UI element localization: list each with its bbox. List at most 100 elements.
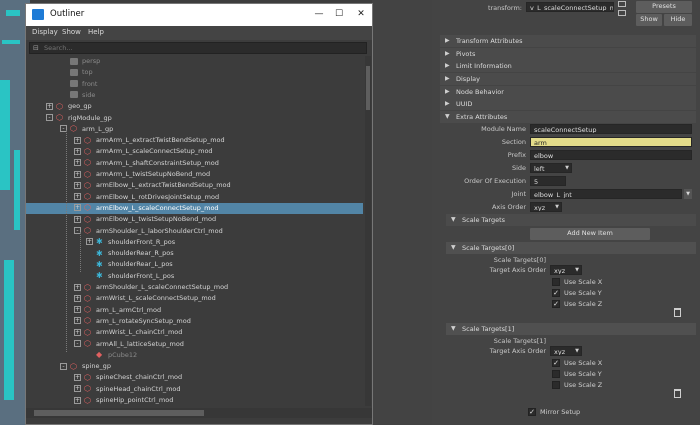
expand-icon[interactable]: + [74, 159, 81, 167]
use-scale-checkbox[interactable]: ✓ [552, 300, 560, 308]
scale-targets-section[interactable]: ▼ Scale Targets [446, 214, 696, 226]
section-pivots[interactable]: ▶ Pivots [440, 48, 696, 60]
order-field[interactable]: 5 [530, 176, 566, 186]
expand-icon[interactable]: + [74, 283, 81, 291]
collapse-icon[interactable]: - [74, 340, 81, 347]
joint-field[interactable]: elbow_L_jnt [530, 189, 682, 199]
outliner-row[interactable]: + ⬡ armElbow_L_extractTwistBendSetup_mod [26, 180, 363, 191]
scrollbar-thumb[interactable] [34, 410, 204, 416]
expand-icon[interactable]: + [46, 102, 53, 110]
menu-show[interactable]: Show [62, 28, 81, 36]
outliner-row[interactable]: + ⬡ spineChest_chainCtrl_mod [26, 372, 363, 383]
search-bar[interactable]: ⊟ [29, 42, 367, 54]
prefix-field[interactable]: elbow [530, 150, 692, 160]
extra-attributes-section[interactable]: ▼ Extra Attributes [440, 111, 696, 123]
section-transform-attributes[interactable]: ▶ Transform Attributes [440, 35, 696, 47]
section-display[interactable]: ▶ Display [440, 73, 696, 85]
outliner-row[interactable]: + ⬡ armElbow_L_rotDrivesJointSetup_mod [26, 192, 363, 203]
outliner-row[interactable]: + ⬡ spineHead_chainCtrl_mod [26, 384, 363, 395]
trash-icon[interactable] [674, 389, 681, 398]
module-name-field[interactable]: scaleConnectSetup [530, 124, 692, 134]
focus-icon[interactable] [618, 1, 626, 7]
expand-icon[interactable]: + [74, 181, 81, 189]
outliner-row[interactable]: persp [26, 56, 363, 67]
joint-picker-button[interactable]: ▼ [684, 189, 692, 199]
outliner-row[interactable]: + ⬡ armElbow_L_scaleConnectSetup_mod [26, 202, 363, 214]
outliner-row[interactable]: - ⬡ armShoulder_L_laborShoulderCtrl_mod [26, 226, 363, 237]
outliner-row[interactable]: top [26, 67, 363, 78]
search-input[interactable] [44, 43, 364, 53]
scale-target-header[interactable]: ▼ Scale Targets[1] [446, 323, 696, 335]
outliner-row[interactable]: - ⬡ armAll_L_latticeSetup_mod [26, 339, 363, 350]
close-icon[interactable]: ✕ [350, 7, 372, 21]
outliner-row[interactable]: ✱ shoulderFront_L_pos [26, 271, 363, 282]
outliner-row[interactable]: + ⬡ armWrist_L_chainCtrl_mod [26, 327, 363, 338]
use-scale-checkbox[interactable] [552, 370, 560, 378]
expand-icon[interactable]: + [74, 396, 81, 404]
presets-button[interactable]: Presets [636, 1, 692, 13]
outliner-row[interactable]: + ⬡ armShoulder_L_scaleConnectSetup_mod [26, 282, 363, 293]
expand-icon[interactable]: + [74, 204, 81, 212]
transform-name-field[interactable]: v_L_scaleConnectSetup_mod [526, 2, 614, 12]
outliner-row[interactable]: - ⬡ spine_gp [26, 361, 363, 372]
scrollbar-thumb[interactable] [366, 66, 370, 110]
expand-icon[interactable]: + [74, 170, 81, 178]
expand-icon[interactable]: + [74, 385, 81, 393]
outliner-row[interactable]: + ⬡ armElbow_L_twistSetupNoBend_mod [26, 214, 363, 225]
outliner-row[interactable]: - ⬡ arm_L_gp [26, 124, 363, 135]
expand-icon[interactable]: + [74, 373, 81, 381]
outliner-row[interactable]: + ⬡ spineHip_pointCtrl_mod [26, 395, 363, 406]
scale-target-header[interactable]: ▼ Scale Targets[0] [446, 242, 696, 254]
expand-icon[interactable]: + [74, 193, 81, 201]
use-scale-checkbox[interactable]: ✓ [552, 289, 560, 297]
outliner-row[interactable]: + ⬡ armArm_L_extractTwistBendSetup_mod [26, 135, 363, 146]
outliner-row[interactable]: ✱ shoulderRear_L_pos [26, 259, 363, 270]
section-node-behavior[interactable]: ▶ Node Behavior [440, 86, 696, 98]
target-axis-order-dropdown[interactable]: xyz ▼ [550, 265, 582, 275]
expand-icon[interactable]: + [74, 328, 81, 336]
outliner-row[interactable]: ✱ shoulderRear_R_pos [26, 248, 363, 259]
expand-icon[interactable]: + [74, 136, 81, 144]
collapse-icon[interactable]: - [46, 114, 53, 121]
outliner-row[interactable]: + ⬡ arm_L_armCtrl_mod [26, 305, 363, 316]
outliner-row[interactable]: + ⬡ armArm_L_scaleConnectSetup_mod [26, 146, 363, 157]
section-field[interactable]: arm [530, 137, 692, 147]
vertical-scrollbar[interactable] [365, 56, 371, 406]
outliner-row[interactable]: side [26, 90, 363, 101]
title-bar[interactable]: Outliner — ☐ ✕ [26, 4, 372, 26]
outliner-row[interactable]: + ⬡ armArm_L_shaftConstraintSetup_mod [26, 158, 363, 169]
hide-button[interactable]: Hide [664, 14, 692, 26]
menu-display[interactable]: Display [32, 28, 58, 36]
expand-icon[interactable]: + [74, 215, 81, 223]
expand-icon[interactable]: + [74, 294, 81, 302]
outliner-row[interactable]: front [26, 79, 363, 90]
outliner-row[interactable]: + ⬡ geo_gp [26, 101, 363, 112]
trash-icon[interactable] [674, 308, 681, 317]
menu-help[interactable]: Help [88, 28, 104, 36]
expand-icon[interactable]: + [74, 317, 81, 325]
section-uuid[interactable]: ▶ UUID [440, 98, 696, 110]
outliner-row[interactable]: + ⬡ armWrist_L_scaleConnectSetup_mod [26, 293, 363, 304]
outliner-row[interactable]: - ⬡ rigModule_gp [26, 113, 363, 124]
outliner-row[interactable]: + ⬡ arm_L_rotateSyncSetup_mod [26, 316, 363, 327]
section-limit-information[interactable]: ▶ Limit Information [440, 60, 696, 72]
side-dropdown[interactable]: left ▼ [530, 163, 572, 173]
expand-icon[interactable]: + [74, 147, 81, 155]
mirror-setup-checkbox[interactable]: ✓ [528, 408, 536, 416]
use-scale-checkbox[interactable]: ✓ [552, 359, 560, 367]
expand-icon[interactable]: + [86, 238, 93, 246]
minimize-icon[interactable]: — [308, 7, 330, 21]
show-button[interactable]: Show [636, 14, 662, 26]
outliner-row[interactable]: ◆ pCube12 [26, 350, 363, 361]
add-new-item-button[interactable]: Add New Item [530, 228, 650, 240]
outliner-row[interactable]: + ✱ shoulderFront_R_pos [26, 237, 363, 248]
maximize-icon[interactable]: ☐ [328, 7, 350, 21]
use-scale-checkbox[interactable] [552, 381, 560, 389]
expand-icon[interactable]: + [74, 306, 81, 314]
collapse-icon[interactable]: - [60, 362, 67, 370]
use-scale-checkbox[interactable] [552, 278, 560, 286]
outliner-row[interactable]: + ⬡ armArm_L_twistSetupNoBend_mod [26, 169, 363, 180]
target-axis-order-dropdown[interactable]: xyz ▼ [550, 346, 582, 356]
axis-order-dropdown[interactable]: xyz ▼ [530, 202, 562, 212]
copy-tab-icon[interactable] [618, 10, 626, 16]
